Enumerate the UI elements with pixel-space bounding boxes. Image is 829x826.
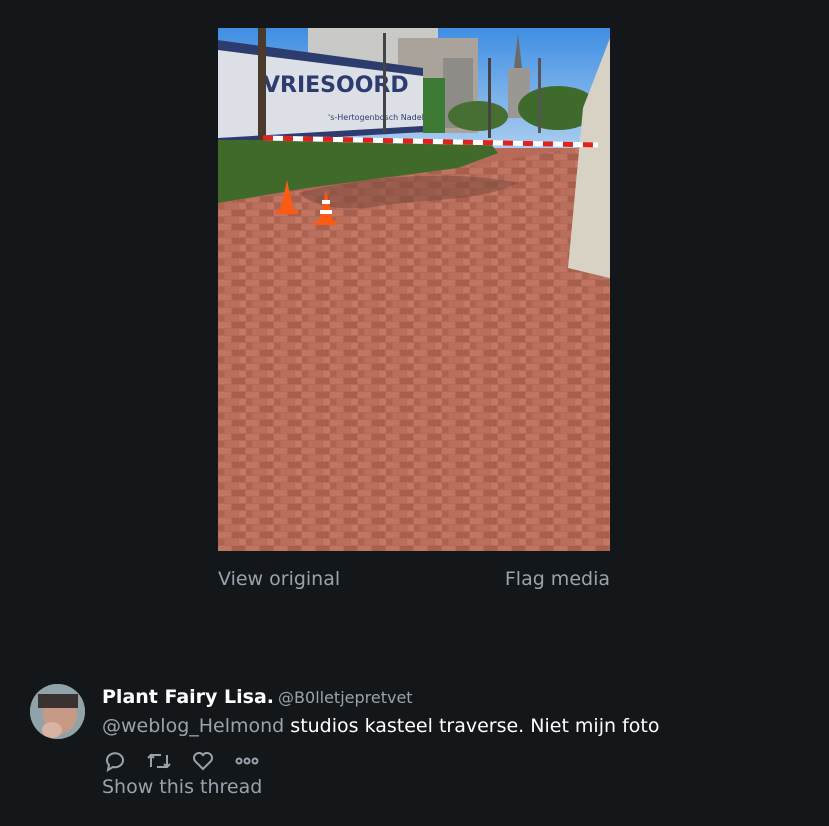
show-thread-link[interactable]: Show this thread xyxy=(102,776,262,798)
tweet-body: studios kasteel traverse. Niet mijn foto xyxy=(284,715,660,737)
reply-icon[interactable] xyxy=(102,748,128,774)
view-original-link[interactable]: View original xyxy=(218,568,340,590)
mention-link[interactable]: @weblog_Helmond xyxy=(102,715,284,737)
retweet-icon[interactable] xyxy=(146,748,172,774)
like-icon[interactable] xyxy=(190,748,216,774)
more-icon[interactable] xyxy=(234,748,260,774)
tweet-actions xyxy=(102,748,260,774)
author-handle[interactable]: @B0lletjepretvet xyxy=(278,688,413,707)
tweet-header: Plant Fairy Lisa. @B0lletjepretvet xyxy=(102,686,413,708)
truck-sign-subtext: 's-Hertogenbosch Nadel xyxy=(328,113,424,122)
avatar[interactable] xyxy=(30,684,85,739)
flag-media-link[interactable]: Flag media xyxy=(505,568,610,590)
truck-sign-text: VRIESOORD xyxy=(263,73,409,98)
tweet-media-photo[interactable]: VRIESOORD 's-Hertogenbosch Nadel xyxy=(218,28,610,551)
author-name[interactable]: Plant Fairy Lisa. xyxy=(102,686,274,708)
tweet-text: @weblog_Helmond studios kasteel traverse… xyxy=(102,715,659,737)
